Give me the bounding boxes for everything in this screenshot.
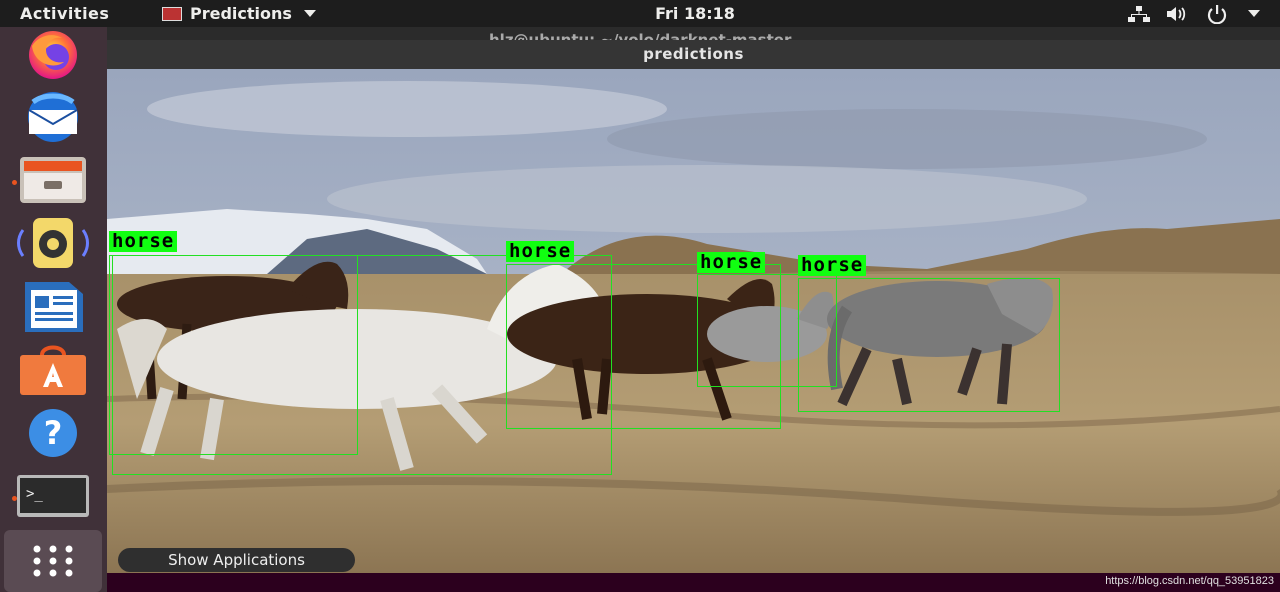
files-icon [20, 157, 86, 203]
system-tray[interactable] [1128, 0, 1260, 27]
svg-text:>_: >_ [26, 486, 43, 502]
detection-label: horse [697, 252, 766, 273]
running-indicator [12, 496, 17, 501]
document-icon [25, 282, 83, 332]
show-applications-button[interactable] [4, 530, 102, 592]
running-indicator [12, 180, 17, 185]
firefox-icon [29, 31, 77, 79]
detection-box [798, 278, 1060, 412]
dock-terminal[interactable]: >_ [8, 468, 98, 524]
background-terminal-titlebar: hlz@ubuntu: ~/yolo/darknet-master [107, 27, 1280, 41]
watermark: https://blog.csdn.net/qq_53951823 [1105, 575, 1274, 587]
app-grid-icon [33, 545, 73, 577]
dock-files[interactable] [8, 152, 98, 208]
prediction-image: horse horse horse horse [107, 69, 1280, 573]
volume-icon[interactable] [1166, 5, 1190, 23]
help-icon: ? [29, 409, 77, 457]
window-titlebar[interactable]: predictions [107, 40, 1280, 69]
dock-firefox[interactable] [8, 27, 98, 83]
dock-writer[interactable] [8, 279, 98, 335]
dock-help[interactable]: ? [8, 405, 98, 461]
detection-label: horse [109, 231, 178, 252]
detection-label: horse [798, 255, 867, 276]
network-icon[interactable] [1128, 5, 1150, 23]
top-bar: Activities Predictions Fri 18:18 [0, 0, 1280, 27]
thunderbird-icon [28, 92, 78, 142]
power-icon[interactable] [1206, 4, 1228, 24]
desktop-strip [107, 573, 1280, 592]
dock-thunderbird[interactable] [8, 89, 98, 145]
detection-label: horse [506, 241, 575, 262]
dock: ? >_ [0, 27, 107, 592]
show-applications-tooltip: Show Applications [118, 548, 355, 572]
dock-rhythmbox[interactable] [8, 215, 98, 271]
clock[interactable]: Fri 18:18 [0, 0, 1280, 27]
dock-software[interactable] [8, 342, 98, 398]
speaker-icon [17, 218, 89, 268]
chevron-down-icon[interactable] [1248, 10, 1260, 17]
terminal-icon: >_ [17, 475, 89, 517]
software-bag-icon [20, 345, 86, 395]
svg-text:?: ? [44, 414, 63, 452]
